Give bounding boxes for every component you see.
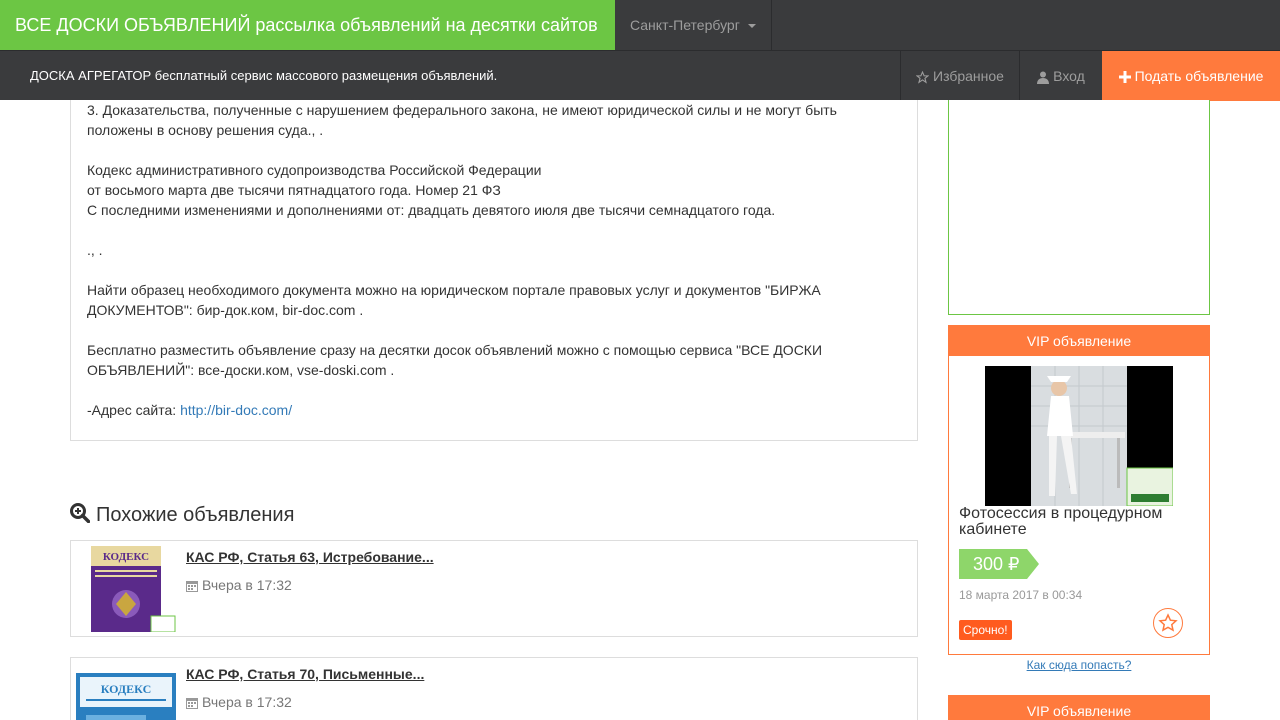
plus-icon	[1118, 71, 1131, 84]
post-ad-button[interactable]: Подать объявление	[1102, 51, 1280, 101]
price-text: 300 ₽	[973, 554, 1020, 574]
paragraph-site-address: -Адрес сайта: http://bir-doc.com/	[87, 400, 897, 420]
text-line: С последними изменениями и дополнениями …	[87, 202, 776, 218]
site-tagline: ДОСКА АГРЕГАТОР бесплатный сервис массов…	[30, 68, 498, 83]
how-to-get-here-link[interactable]: Как сюда попасть?	[948, 658, 1210, 672]
zoom-in-icon	[70, 503, 90, 523]
sidebar-ad-slot	[948, 100, 1210, 315]
caret-down-icon	[747, 24, 756, 29]
vip-ad-header: VIP объявление	[949, 696, 1209, 720]
vip-ad-card[interactable]: VIP объявление Фотосессия в процедурном …	[948, 325, 1210, 655]
ad-title-link[interactable]: КАС РФ, Статья 63, Истребование...	[186, 549, 434, 565]
similar-ad-item[interactable]: КОДЕКС КАС РФ, Статья 63, Истребование..…	[70, 540, 918, 637]
paragraph-vse-doski: Бесплатно разместить объявление сразу на…	[87, 340, 897, 380]
city-label: Санкт-Петербург	[630, 17, 740, 33]
login-label: Вход	[1053, 68, 1085, 84]
paragraph-codex: Кодекс административного судопроизводств…	[87, 160, 897, 220]
star-icon	[916, 70, 930, 84]
vip-ad-header: VIP объявление	[949, 326, 1209, 356]
thumb-title: КОДЕКС	[101, 682, 151, 696]
site-address-label: -Адрес сайта:	[87, 402, 181, 418]
add-to-favorites-button[interactable]	[1153, 608, 1183, 638]
ad-date-text: Вчера в 17:32	[202, 694, 292, 710]
vip-ad-image[interactable]	[985, 366, 1173, 506]
vip-ad-card[interactable]: VIP объявление	[948, 695, 1210, 720]
top-navbar: ВСЕ ДОСКИ ОБЪЯВЛЕНИЙ рассылка объявлений…	[0, 0, 1280, 50]
calendar-icon	[186, 581, 198, 593]
paragraph-dots: ., .	[87, 242, 103, 258]
similar-ads-heading: Похожие объявления	[70, 503, 294, 527]
similar-ad-item[interactable]: КОДЕКС КАС РФ, Статья 70, Письменные... …	[70, 657, 918, 720]
ad-thumbnail[interactable]: КОДЕКС	[91, 546, 177, 632]
text-line: Кодекс административного судопроизводств…	[87, 162, 542, 178]
calendar-icon	[186, 698, 198, 710]
text-line: 3. Доказательства, полученные с нарушени…	[87, 102, 837, 118]
vip-ad-date: 18 марта 2017 в 00:34	[959, 588, 1083, 602]
ad-title-link[interactable]: КАС РФ, Статья 70, Письменные...	[186, 666, 424, 682]
text-line: ДОКУМЕНТОВ": бир-док.ком, bir-doc.com .	[87, 302, 364, 318]
ad-date: Вчера в 17:32	[186, 577, 292, 593]
paragraph-bir-doc: Найти образец необходимого документа мож…	[87, 280, 897, 320]
text-line: Бесплатно разместить объявление сразу на…	[87, 342, 823, 358]
favorites-button[interactable]: Избранное	[900, 51, 1019, 101]
text-line: положены в основу решения суда., .	[87, 122, 324, 138]
secondary-navbar: ДОСКА АГРЕГАТОР бесплатный сервис массов…	[0, 50, 1280, 101]
ad-date: Вчера в 17:32	[186, 694, 292, 710]
post-ad-label: Подать объявление	[1134, 68, 1264, 84]
similar-ads-title: Похожие объявления	[96, 504, 295, 526]
text-line: ОБЪЯВЛЕНИЙ": все-доски.ком, vse-doski.co…	[87, 362, 395, 378]
ad-date-text: Вчера в 17:32	[202, 577, 292, 593]
vip-ad-price: 300 ₽	[959, 549, 1039, 579]
favorites-label: Избранное	[933, 68, 1004, 84]
site-address-link[interactable]: http://bir-doc.com/	[180, 402, 292, 418]
city-dropdown[interactable]: Санкт-Петербург	[615, 0, 772, 50]
text-line: Найти образец необходимого документа мож…	[87, 282, 821, 298]
star-icon	[1158, 613, 1178, 632]
vip-ad-title[interactable]: Фотосессия в процедурном кабинете	[959, 506, 1199, 538]
site-brand-link[interactable]: ВСЕ ДОСКИ ОБЪЯВЛЕНИЙ рассылка объявлений…	[0, 0, 615, 50]
ad-description-panel: 3. Доказательства, полученные с нарушени…	[70, 100, 918, 441]
thumb-title: КОДЕКС	[103, 551, 149, 563]
paragraph-evidence: 3. Доказательства, полученные с нарушени…	[87, 100, 897, 140]
urgent-badge: Срочно!	[959, 620, 1012, 640]
login-button[interactable]: Вход	[1019, 51, 1102, 101]
user-icon	[1037, 71, 1050, 84]
text-line: от восьмого марта две тысячи пятнадцатог…	[87, 182, 501, 198]
ad-thumbnail[interactable]: КОДЕКС	[76, 663, 176, 720]
